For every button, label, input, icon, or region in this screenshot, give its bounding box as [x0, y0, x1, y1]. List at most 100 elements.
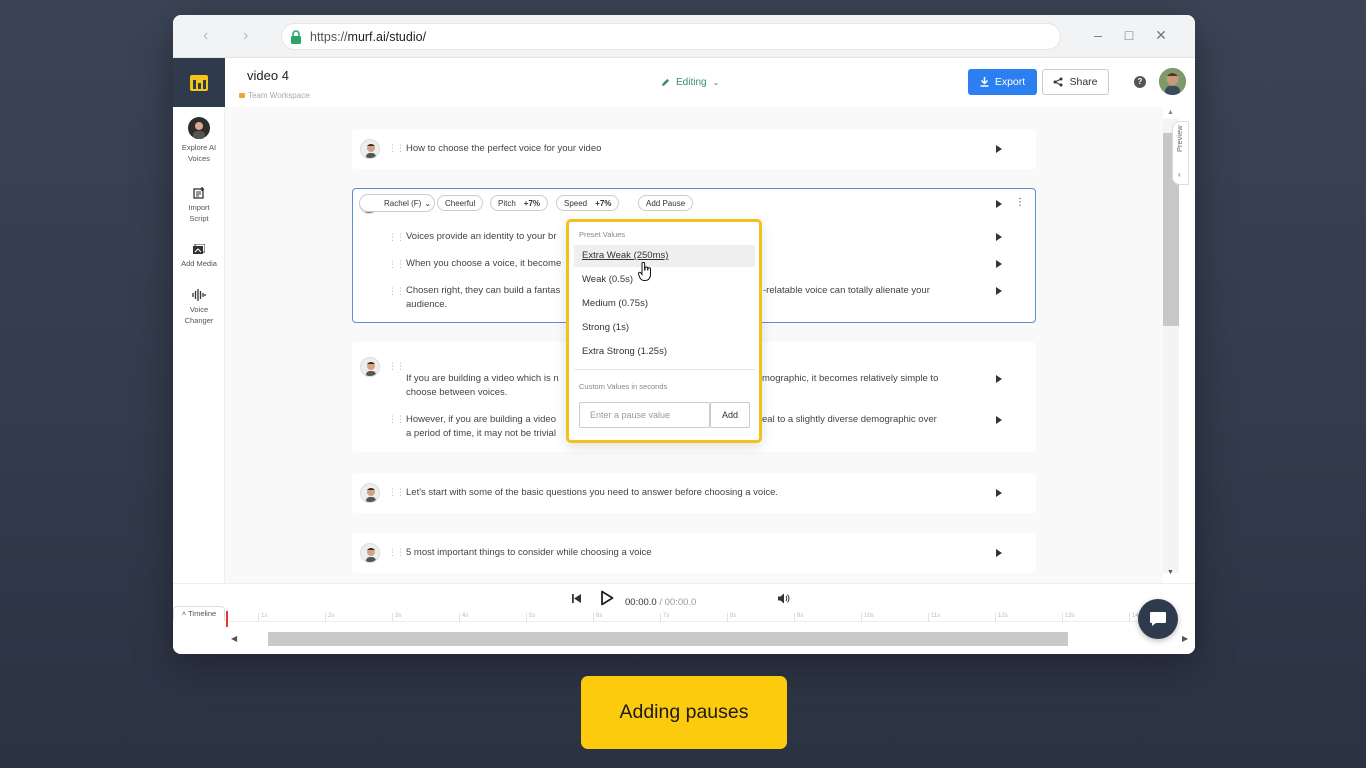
sidebar-item-add-media[interactable]: Add Media: [173, 244, 225, 269]
speaker-avatar[interactable]: [360, 543, 380, 563]
drag-handle-icon[interactable]: ⋮⋮: [388, 547, 405, 558]
play-line-icon[interactable]: [996, 260, 1002, 268]
scroll-left-icon[interactable]: ◀: [231, 634, 237, 643]
script-line-cont[interactable]: choose between voices.: [406, 386, 507, 400]
more-options-icon[interactable]: ⋮: [1015, 197, 1025, 208]
forward-icon[interactable]: ›: [243, 27, 248, 45]
play-line-icon[interactable]: [996, 145, 1002, 153]
add-pause-value-button[interactable]: Add: [710, 402, 750, 428]
help-icon[interactable]: ?: [1134, 76, 1146, 88]
horizontal-scrollbar[interactable]: [268, 632, 1068, 646]
ruler-tick: 10s: [861, 613, 874, 622]
script-line-tail[interactable]: mographic, it becomes relatively simple …: [762, 372, 938, 386]
drag-handle-icon[interactable]: ⋮⋮: [388, 143, 405, 154]
drag-handle-icon[interactable]: ⋮⋮: [388, 487, 405, 498]
style-chip[interactable]: Cheerful: [437, 195, 484, 211]
editing-label: Editing: [676, 77, 707, 88]
vertical-scrollbar[interactable]: [1163, 119, 1179, 573]
play-line-icon[interactable]: [996, 375, 1002, 383]
speaker-avatar[interactable]: [360, 483, 380, 503]
drag-handle-icon[interactable]: ⋮⋮: [388, 286, 405, 297]
script-block[interactable]: ⋮⋮ 5 most important things to consider w…: [352, 533, 1036, 573]
drag-handle-icon[interactable]: ⋮⋮: [388, 259, 405, 270]
script-block[interactable]: ⋮⋮ How to choose the perfect voice for y…: [352, 129, 1036, 169]
export-button[interactable]: Export: [968, 69, 1037, 95]
speaker-avatar[interactable]: [360, 357, 380, 377]
script-line[interactable]: How to choose the perfect voice for your…: [406, 142, 601, 156]
add-pause-label: Add Pause: [646, 198, 686, 208]
left-sidebar: Explore AI Voices Import Script Add Medi…: [173, 107, 225, 583]
play-line-icon[interactable]: [996, 489, 1002, 497]
script-line-cont[interactable]: a period of time, it may not be trivial: [406, 427, 556, 441]
close-icon[interactable]: ✕: [1153, 27, 1169, 44]
play-line-icon[interactable]: [996, 287, 1002, 295]
timeline-ruler[interactable]: 1s 2s 3s 4s 5s 6s 7s 8s 9s 10s 11s 12s 1…: [225, 610, 1145, 622]
ruler-tick: 5s: [526, 613, 535, 622]
script-line[interactable]: 5 most important things to consider whil…: [406, 546, 652, 560]
user-avatar[interactable]: [1159, 68, 1186, 95]
script-line[interactable]: When you choose a voice, it become: [406, 257, 561, 271]
speaker-avatar[interactable]: [360, 139, 380, 159]
timeline-toggle[interactable]: ˄ Timeline: [173, 606, 225, 621]
import-script-icon: [193, 187, 204, 199]
maximize-icon[interactable]: □: [1121, 27, 1137, 43]
minimize-icon[interactable]: –: [1090, 27, 1106, 43]
project-title[interactable]: video 4: [247, 68, 289, 83]
speed-chip[interactable]: Speed +7%: [556, 195, 620, 211]
pause-option-strong[interactable]: Strong (1s): [574, 317, 755, 339]
workspace-label[interactable]: Team Workspace: [239, 91, 310, 100]
sidebar-item-import-script[interactable]: Import Script: [173, 187, 225, 224]
pause-value-input[interactable]: Enter a pause value: [579, 402, 710, 428]
chat-button[interactable]: [1138, 599, 1178, 639]
script-line-tail[interactable]: eal to a slightly diverse demographic ov…: [762, 413, 937, 427]
script-line-cont[interactable]: audience.: [406, 298, 447, 312]
script-line[interactable]: If you are building a video which is n: [406, 372, 559, 386]
drag-handle-icon[interactable]: ⋮⋮: [388, 361, 405, 372]
play-line-icon[interactable]: [996, 416, 1002, 424]
script-line[interactable]: However, if you are building a video: [406, 413, 556, 427]
preview-tab[interactable]: Preview ‹: [1172, 121, 1189, 185]
drag-handle-icon[interactable]: ⋮⋮: [388, 232, 405, 243]
play-icon[interactable]: [600, 590, 614, 606]
back-icon[interactable]: ‹: [203, 27, 208, 45]
script-block[interactable]: ⋮⋮ Let's start with some of the basic qu…: [352, 473, 1036, 513]
scroll-up-icon[interactable]: ▲: [1167, 109, 1174, 116]
add-pause-button[interactable]: Add Pause: [638, 195, 694, 211]
play-line-icon[interactable]: [996, 233, 1002, 241]
ruler-tick: 11s: [928, 613, 940, 622]
sidebar-item-label: Voice Changer: [184, 305, 214, 325]
speed-value: +7%: [595, 198, 612, 208]
play-line-icon[interactable]: [996, 549, 1002, 557]
ruler-tick: 13s: [1062, 613, 1075, 622]
editing-mode-dropdown[interactable]: Editing ⌄: [661, 77, 719, 88]
pitch-value: +7%: [523, 198, 541, 208]
pause-option-extra-weak[interactable]: Extra Weak (250ms): [574, 245, 755, 267]
url-host: murf.ai: [347, 29, 386, 44]
script-line[interactable]: Voices provide an identity to your br: [406, 230, 557, 244]
folder-icon: [239, 93, 245, 98]
script-line[interactable]: Chosen right, they can build a fantas: [406, 284, 560, 298]
address-bar[interactable]: https://murf.ai/studio/: [281, 23, 1061, 50]
pitch-chip[interactable]: Pitch +7%: [490, 195, 549, 211]
speaker-face-icon: [366, 362, 376, 376]
pause-option-weak[interactable]: Weak (0.5s): [574, 269, 755, 291]
current-time: 00:00.0: [625, 597, 657, 608]
play-block-icon[interactable]: [996, 200, 1002, 208]
sidebar-item-explore-voices[interactable]: Explore AI Voices: [173, 117, 225, 164]
scroll-down-icon[interactable]: ▼: [1167, 569, 1174, 576]
skip-back-icon[interactable]: [572, 594, 581, 603]
volume-icon[interactable]: [778, 593, 790, 604]
pause-option-extra-strong[interactable]: Extra Strong (1.25s): [574, 341, 755, 363]
drag-handle-icon[interactable]: ⋮⋮: [388, 414, 405, 425]
scroll-right-icon[interactable]: ▶: [1182, 634, 1188, 643]
share-button[interactable]: Share: [1042, 69, 1109, 95]
playhead[interactable]: [226, 611, 228, 627]
pencil-icon: [661, 78, 670, 87]
murf-logo[interactable]: [173, 58, 225, 107]
total-time: 00:00.0: [664, 597, 697, 608]
pause-option-medium[interactable]: Medium (0.75s): [574, 293, 755, 315]
script-line[interactable]: Let's start with some of the basic quest…: [406, 486, 778, 500]
sidebar-item-voice-changer[interactable]: Voice Changer: [173, 289, 225, 326]
ruler-tick: 7s: [660, 613, 669, 622]
script-line-tail[interactable]: -relatable voice can totally alienate yo…: [763, 284, 930, 298]
